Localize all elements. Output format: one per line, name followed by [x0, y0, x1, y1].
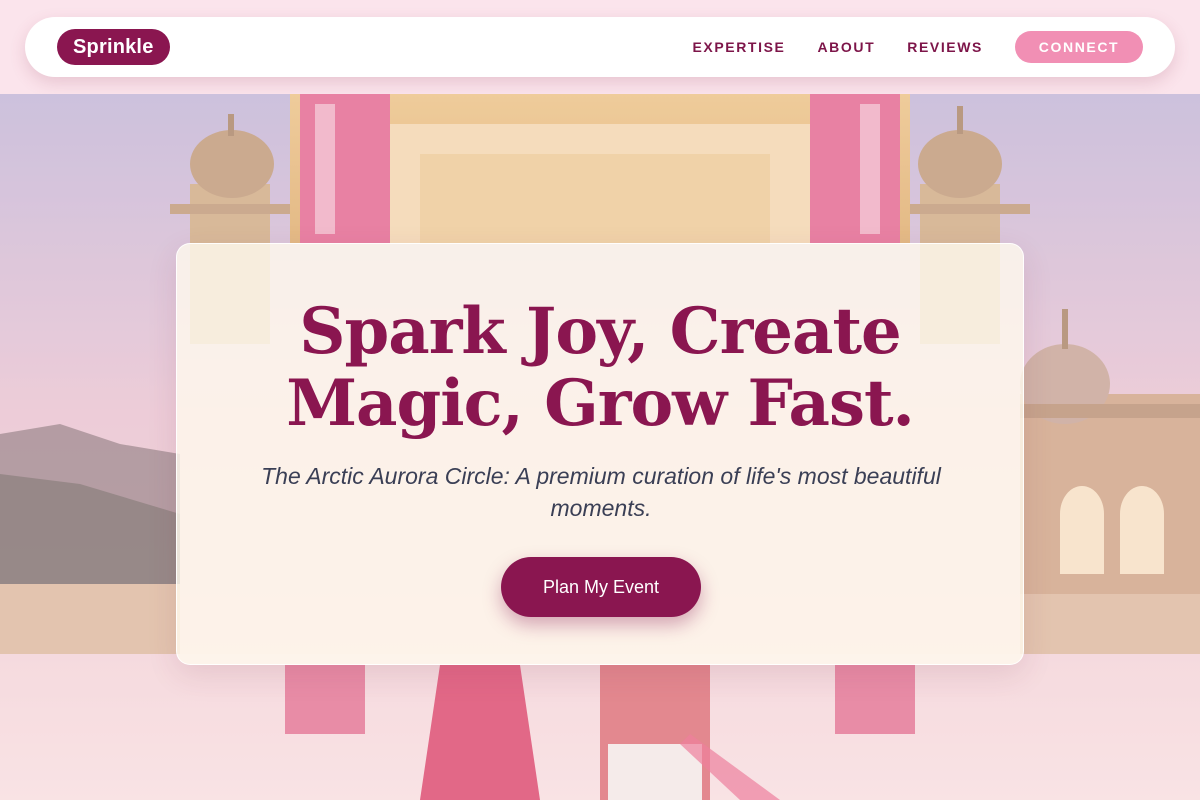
plan-my-event-button[interactable]: Plan My Event: [501, 557, 701, 617]
headline-line-2: Magic, Grow Fast.: [286, 366, 915, 441]
headline-line-1: Spark Joy, Create: [299, 294, 901, 369]
hero-card: Spark Joy, Create Magic, Grow Fast. The …: [176, 243, 1024, 665]
hero-headline: Spark Joy, Create Magic, Grow Fast.: [177, 296, 1023, 440]
navbar: Sprinkle EXPERTISE ABOUT REVIEWS CONNECT: [25, 17, 1175, 77]
nav-links: EXPERTISE ABOUT REVIEWS CONNECT: [660, 31, 1143, 63]
nav-link-reviews[interactable]: REVIEWS: [907, 39, 983, 55]
connect-button[interactable]: CONNECT: [1015, 31, 1143, 63]
nav-link-expertise[interactable]: EXPERTISE: [692, 39, 785, 55]
hero-subtitle: The Arctic Aurora Circle: A premium cura…: [261, 463, 941, 521]
nav-link-about[interactable]: ABOUT: [817, 39, 875, 55]
brand-logo[interactable]: Sprinkle: [57, 29, 170, 65]
